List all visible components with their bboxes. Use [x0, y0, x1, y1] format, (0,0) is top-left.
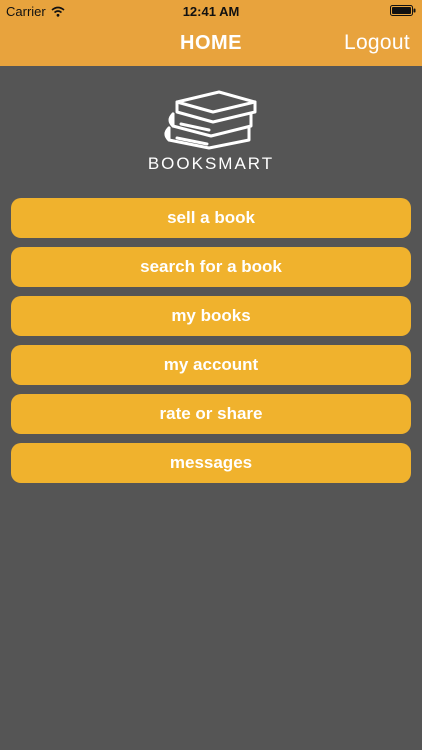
main-menu: sell a book search for a book my books m… [11, 198, 411, 492]
sell-a-book-button[interactable]: sell a book [11, 198, 411, 238]
my-books-button[interactable]: my books [11, 296, 411, 336]
search-for-a-book-button[interactable]: search for a book [11, 247, 411, 287]
logout-button[interactable]: Logout [344, 22, 410, 66]
books-icon [164, 90, 257, 150]
brand-name: BOOKSMART [147, 154, 275, 173]
status-bar: Carrier 12:41 AM [0, 0, 422, 22]
my-account-button[interactable]: my account [11, 345, 411, 385]
navigation-bar: HOME Logout [0, 22, 422, 66]
messages-button[interactable]: messages [11, 443, 411, 483]
status-time: 12:41 AM [182, 4, 240, 19]
home-screen: Carrier 12:41 AM HOME Logout BOOKSMART s… [0, 0, 422, 750]
top-bar: Carrier 12:41 AM HOME Logout [0, 0, 422, 66]
app-logo: BOOKSMART [0, 88, 422, 174]
rate-or-share-button[interactable]: rate or share [11, 394, 411, 434]
battery-icon [390, 5, 416, 16]
